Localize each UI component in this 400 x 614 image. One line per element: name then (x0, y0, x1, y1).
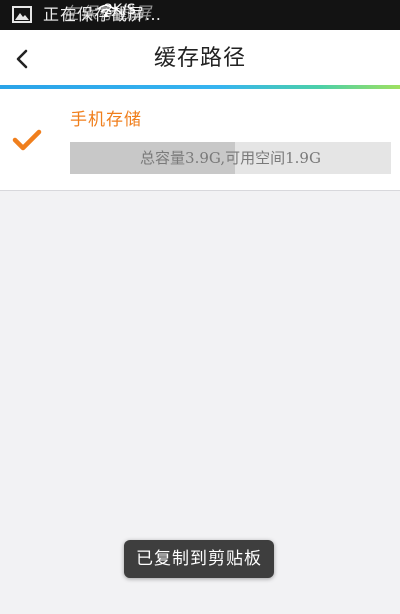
chevron-left-icon (16, 49, 28, 69)
network-speed: 2K/S (104, 2, 136, 18)
checkmark-icon (12, 129, 42, 151)
storage-name: 手机存储 (70, 110, 142, 130)
header: 缓存路径 (0, 30, 400, 85)
toast: 已复制到剪贴板 (124, 540, 274, 578)
capacity-text: 总容量3.9G,可用空间1.9G (140, 149, 321, 167)
page-title: 缓存路径 (153, 46, 246, 71)
capacity-bar: 总容量3.9G,可用空间1.9G (70, 142, 391, 174)
storage-option-phone[interactable]: 手机存储 总容量3.9G,可用空间1.9G (0, 89, 400, 191)
gallery-icon (12, 6, 32, 23)
back-button[interactable] (0, 30, 48, 85)
status-bar: 正在保存截屏… 在保存截屏 2K/S (0, 0, 400, 30)
